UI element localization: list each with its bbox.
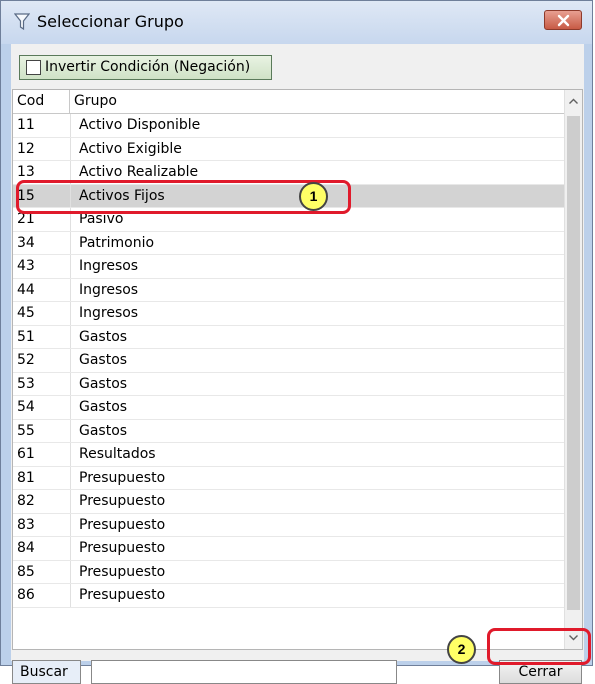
- table-row[interactable]: 43 Ingresos: [13, 255, 573, 279]
- table-row[interactable]: 44 Ingresos: [13, 278, 573, 302]
- table-row[interactable]: 86 Presupuesto: [13, 584, 573, 608]
- table-row[interactable]: 84 Presupuesto: [13, 537, 573, 561]
- callout-badge-2: 2: [447, 635, 476, 664]
- cell-grupo: Gastos: [79, 422, 128, 439]
- invert-checkbox[interactable]: [26, 60, 41, 75]
- table-row[interactable]: 11 Activo Disponible: [13, 114, 573, 138]
- table-row[interactable]: 54 Gastos: [13, 396, 573, 420]
- cell-cod: 51: [17, 328, 35, 345]
- column-divider: [70, 302, 71, 325]
- column-divider: [70, 278, 71, 301]
- column-divider: [70, 560, 71, 583]
- vertical-scrollbar[interactable]: [564, 90, 582, 649]
- cell-grupo: Ingresos: [79, 281, 139, 298]
- column-divider: [70, 372, 71, 395]
- invert-condition-label: Invertir Condición (Negación): [45, 59, 251, 75]
- dialog-window: Seleccionar Grupo Invertir Condición (Ne…: [0, 0, 593, 684]
- search-label: Buscar: [12, 660, 81, 684]
- table-row[interactable]: 81 Presupuesto: [13, 466, 573, 490]
- search-input[interactable]: [91, 660, 397, 684]
- column-divider: [70, 466, 71, 489]
- table-header: Cod Grupo: [13, 90, 573, 114]
- table-row[interactable]: 85 Presupuesto: [13, 560, 573, 584]
- column-divider: [70, 513, 71, 536]
- cell-cod: 44: [17, 281, 35, 298]
- cell-grupo: Patrimonio: [79, 234, 155, 251]
- cell-grupo: Activo Disponible: [79, 117, 201, 133]
- cell-cod: 61: [17, 446, 35, 462]
- column-divider: [70, 231, 71, 254]
- cell-grupo: Gastos: [79, 399, 128, 415]
- cell-grupo: Gastos: [79, 352, 128, 368]
- table-row[interactable]: 45 Ingresos: [13, 302, 573, 326]
- cell-cod: 43: [17, 258, 35, 274]
- table-row[interactable]: 12 Activo Exigible: [13, 137, 573, 161]
- cell-grupo: Activo Exigible: [79, 140, 182, 157]
- cell-grupo: Presupuesto: [79, 563, 166, 580]
- column-divider: [70, 137, 71, 160]
- table-row[interactable]: 82 Presupuesto: [13, 490, 573, 514]
- cell-cod: 54: [17, 399, 35, 415]
- group-table: Cod Grupo 11 Activo Disponible 12 Activo Ex…: [12, 89, 583, 650]
- cell-grupo: Presupuesto: [79, 587, 166, 603]
- cell-cod: 82: [17, 493, 35, 509]
- invert-condition-toggle[interactable]: Invertir Condición (Negación): [19, 55, 272, 80]
- cell-cod: 34: [17, 234, 35, 251]
- column-divider: [70, 255, 71, 278]
- table-row[interactable]: 55 Gastos: [13, 419, 573, 443]
- column-divider: [70, 537, 71, 560]
- cell-cod: 55: [17, 422, 35, 439]
- cell-grupo: Presupuesto: [79, 493, 166, 509]
- cell-cod: 81: [17, 469, 35, 486]
- cell-cod: 12: [17, 140, 35, 157]
- close-icon: [557, 14, 570, 27]
- cell-grupo: Ingresos: [79, 305, 139, 321]
- cell-cod: 11: [17, 117, 35, 133]
- scroll-up-icon[interactable]: [565, 93, 582, 110]
- dialog-body: Invertir Condición (Negación) Cod Grupo …: [11, 44, 584, 684]
- table-row[interactable]: 83 Presupuesto: [13, 513, 573, 537]
- column-divider: [70, 419, 71, 442]
- column-header-cod[interactable]: Cod: [13, 90, 70, 113]
- column-divider: [70, 490, 71, 513]
- highlight-close-button: [487, 628, 591, 665]
- column-divider: [70, 325, 71, 348]
- cell-cod: 86: [17, 587, 35, 603]
- column-divider: [70, 443, 71, 466]
- cell-grupo: Resultados: [79, 446, 156, 462]
- cell-grupo: Presupuesto: [79, 469, 166, 486]
- cell-cod: 52: [17, 352, 35, 368]
- table-row[interactable]: 51 Gastos: [13, 325, 573, 349]
- cell-grupo: Presupuesto: [79, 540, 166, 556]
- title-bar[interactable]: Seleccionar Grupo: [1, 1, 592, 44]
- window-title: Seleccionar Grupo: [37, 12, 184, 31]
- cell-cod: 45: [17, 305, 35, 321]
- table-row[interactable]: 52 Gastos: [13, 349, 573, 373]
- cell-grupo: Presupuesto: [79, 516, 166, 533]
- cell-grupo: Ingresos: [79, 258, 139, 274]
- cell-grupo: Gastos: [79, 328, 128, 345]
- table-row[interactable]: 53 Gastos: [13, 372, 573, 396]
- scroll-thumb[interactable]: [567, 116, 580, 610]
- cell-grupo: Gastos: [79, 375, 128, 392]
- table-row[interactable]: 61 Resultados: [13, 443, 573, 467]
- column-divider: [70, 396, 71, 419]
- column-divider: [70, 114, 71, 137]
- cell-cod: 53: [17, 375, 35, 392]
- cell-cod: 83: [17, 516, 35, 533]
- column-divider: [70, 349, 71, 372]
- column-header-grupo[interactable]: Grupo: [70, 90, 573, 113]
- callout-badge-1: 1: [299, 182, 328, 211]
- cell-cod: 85: [17, 563, 35, 580]
- filter-icon: [13, 12, 31, 32]
- close-window-button[interactable]: [544, 10, 582, 30]
- cell-cod: 84: [17, 540, 35, 556]
- column-divider: [70, 584, 71, 607]
- table-row[interactable]: 34 Patrimonio: [13, 231, 573, 255]
